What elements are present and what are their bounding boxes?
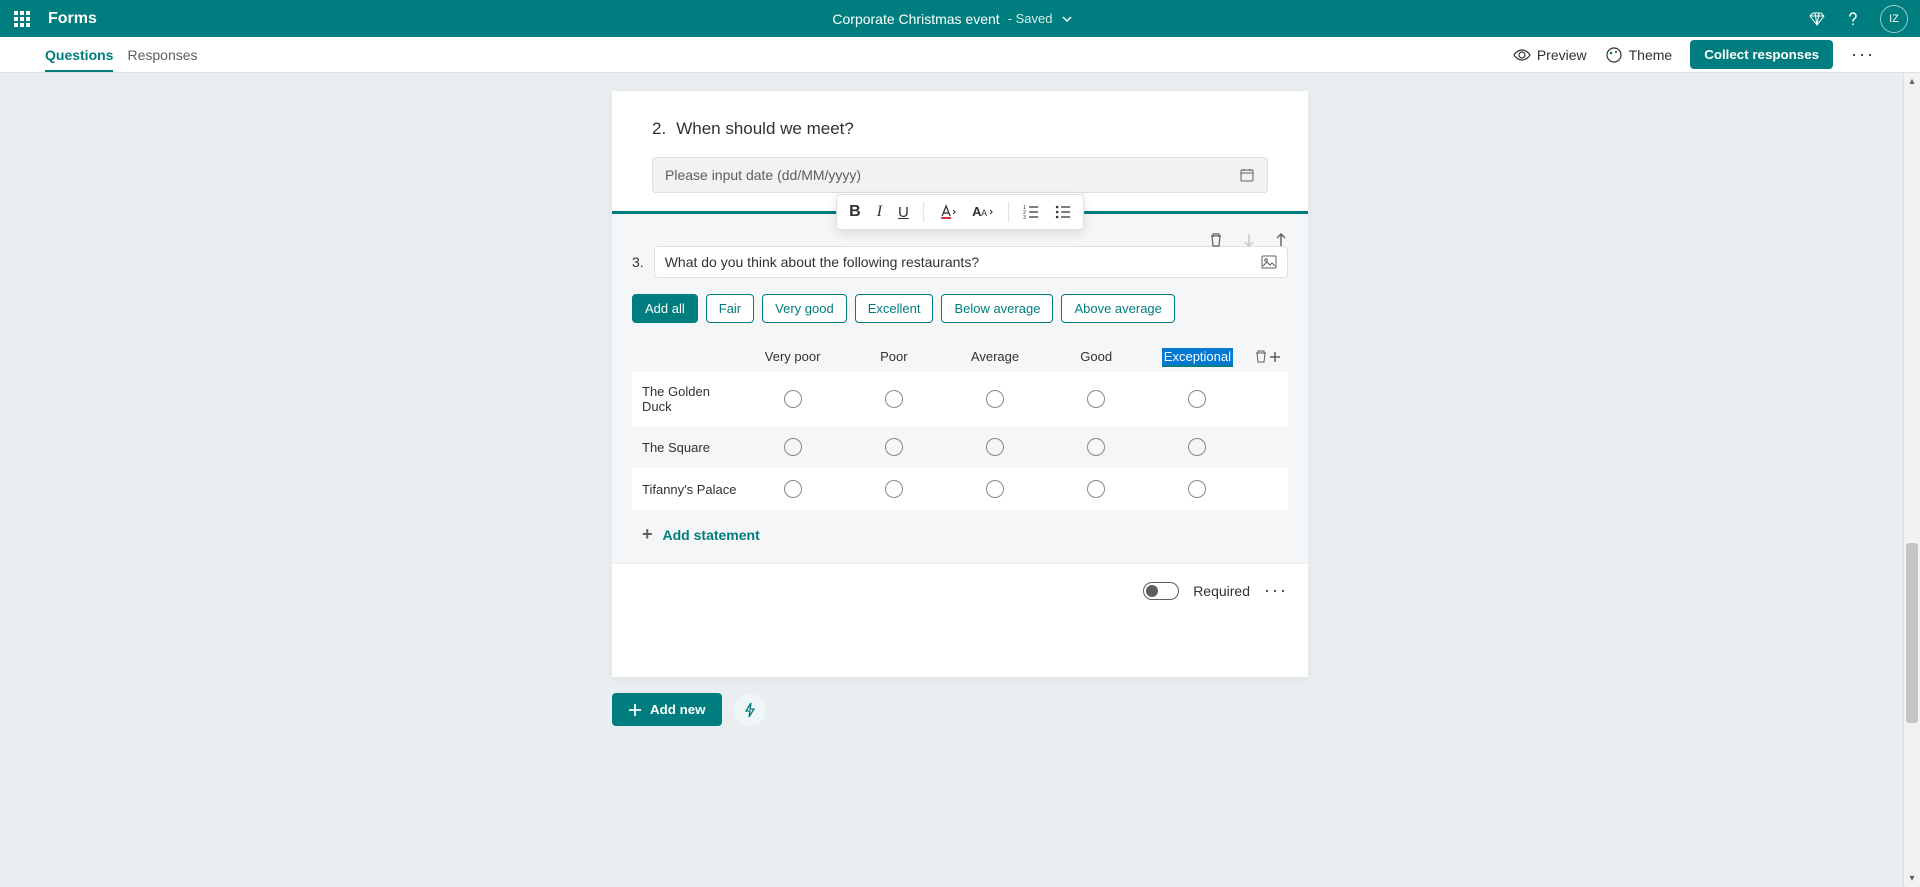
question-text-input[interactable]: What do you think about the following re…	[654, 246, 1288, 278]
radio-cell[interactable]	[1087, 390, 1105, 408]
bold-button[interactable]: B	[847, 201, 863, 223]
move-down-button[interactable]	[1242, 232, 1256, 248]
question-3-editor: B I U AA 123	[612, 211, 1308, 617]
delete-question-button[interactable]	[1208, 232, 1224, 248]
question-more-icon[interactable]: ···	[1264, 580, 1288, 601]
date-input[interactable]: Please input date (dd/MM/yyyy)	[652, 157, 1268, 193]
app-header: Forms Corporate Christmas event - Saved …	[0, 0, 1920, 37]
calendar-icon	[1239, 167, 1255, 183]
chip-suggestion[interactable]: Very good	[762, 294, 847, 323]
vertical-scrollbar[interactable]: ▴ ▾	[1903, 73, 1920, 887]
radio-cell[interactable]	[784, 390, 802, 408]
question-number: 3.	[632, 254, 644, 270]
radio-cell[interactable]	[784, 480, 802, 498]
radio-cell[interactable]	[1188, 438, 1206, 456]
plus-icon: +	[642, 524, 653, 545]
radio-cell[interactable]	[1188, 390, 1206, 408]
likert-row: The Golden Duck	[632, 372, 1288, 426]
collect-responses-button[interactable]: Collect responses	[1690, 40, 1833, 69]
add-statement-button[interactable]: + Add statement	[632, 510, 1288, 563]
tab-questions[interactable]: Questions	[45, 37, 113, 72]
add-column-icon[interactable]	[1269, 351, 1281, 363]
form-title[interactable]: Corporate Christmas event	[832, 11, 999, 27]
radio-cell[interactable]	[1087, 438, 1105, 456]
required-label: Required	[1193, 583, 1250, 599]
chip-suggestion[interactable]: Excellent	[855, 294, 934, 323]
radio-cell[interactable]	[784, 438, 802, 456]
quick-suggest-button[interactable]	[734, 694, 766, 726]
lightning-icon	[743, 702, 757, 718]
workspace: 2. When should we meet? Please input dat…	[0, 73, 1920, 887]
row-label[interactable]: The Golden Duck	[632, 384, 742, 414]
likert-row: The Square	[632, 426, 1288, 468]
column-header[interactable]: Good	[1046, 349, 1147, 364]
question-number: 2.	[652, 119, 666, 139]
user-avatar[interactable]: IZ	[1880, 5, 1908, 33]
premium-icon[interactable]	[1808, 10, 1826, 28]
column-header[interactable]: Poor	[843, 349, 944, 364]
italic-button[interactable]: I	[875, 201, 884, 223]
date-placeholder: Please input date (dd/MM/yyyy)	[665, 167, 861, 183]
radio-cell[interactable]	[885, 480, 903, 498]
underline-button[interactable]: U	[896, 202, 911, 223]
row-label[interactable]: The Square	[632, 440, 742, 455]
form-card: 2. When should we meet? Please input dat…	[612, 91, 1308, 677]
font-color-button[interactable]	[936, 202, 958, 222]
scroll-down-arrow[interactable]: ▾	[1904, 870, 1920, 887]
likert-row: Tifanny's Palace	[632, 468, 1288, 510]
svg-text:A: A	[981, 208, 987, 218]
question-2[interactable]: 2. When should we meet? Please input dat…	[612, 91, 1308, 211]
font-size-button[interactable]: AA	[970, 202, 996, 222]
more-icon[interactable]: ···	[1851, 44, 1875, 65]
required-toggle[interactable]	[1143, 582, 1179, 600]
insert-media-icon[interactable]	[1261, 254, 1277, 270]
app-launcher-icon[interactable]	[12, 9, 32, 29]
chip-add-all[interactable]: Add all	[632, 294, 698, 323]
save-status: - Saved	[1008, 11, 1053, 26]
delete-column-icon[interactable]	[1255, 350, 1267, 364]
tab-responses[interactable]: Responses	[127, 37, 197, 72]
scroll-up-arrow[interactable]: ▴	[1904, 73, 1920, 90]
scroll-thumb[interactable]	[1906, 543, 1918, 723]
radio-cell[interactable]	[986, 438, 1004, 456]
preview-button[interactable]: Preview	[1513, 47, 1587, 63]
question-text: When should we meet?	[676, 119, 854, 139]
column-header-editing[interactable]: Exceptional	[1147, 349, 1248, 364]
help-icon[interactable]	[1844, 10, 1862, 28]
format-toolbar: B I U AA 123	[836, 194, 1084, 230]
app-brand[interactable]: Forms	[48, 10, 97, 28]
theme-button[interactable]: Theme	[1605, 46, 1673, 64]
radio-cell[interactable]	[1188, 480, 1206, 498]
radio-cell[interactable]	[885, 438, 903, 456]
chip-suggestion[interactable]: Below average	[941, 294, 1053, 323]
likert-grid: Very poor Poor Average Good Exceptional	[632, 341, 1288, 510]
radio-cell[interactable]	[986, 390, 1004, 408]
radio-cell[interactable]	[885, 390, 903, 408]
main-toolbar: Questions Responses Preview Theme Collec…	[0, 37, 1920, 73]
plus-icon	[628, 703, 642, 717]
chip-suggestion[interactable]: Fair	[706, 294, 754, 323]
column-header[interactable]: Very poor	[742, 349, 843, 364]
radio-cell[interactable]	[986, 480, 1004, 498]
bullet-list-button[interactable]	[1053, 202, 1073, 222]
eye-icon	[1513, 48, 1531, 62]
add-new-button[interactable]: Add new	[612, 693, 722, 726]
svg-text:3: 3	[1023, 215, 1026, 220]
row-label[interactable]: Tifanny's Palace	[632, 482, 742, 497]
palette-icon	[1605, 46, 1623, 64]
chip-suggestion[interactable]: Above average	[1061, 294, 1174, 323]
column-header[interactable]: Average	[944, 349, 1045, 364]
radio-cell[interactable]	[1087, 480, 1105, 498]
numbered-list-button[interactable]: 123	[1021, 202, 1041, 222]
move-up-button[interactable]	[1274, 232, 1288, 248]
chevron-down-icon[interactable]	[1061, 13, 1073, 25]
